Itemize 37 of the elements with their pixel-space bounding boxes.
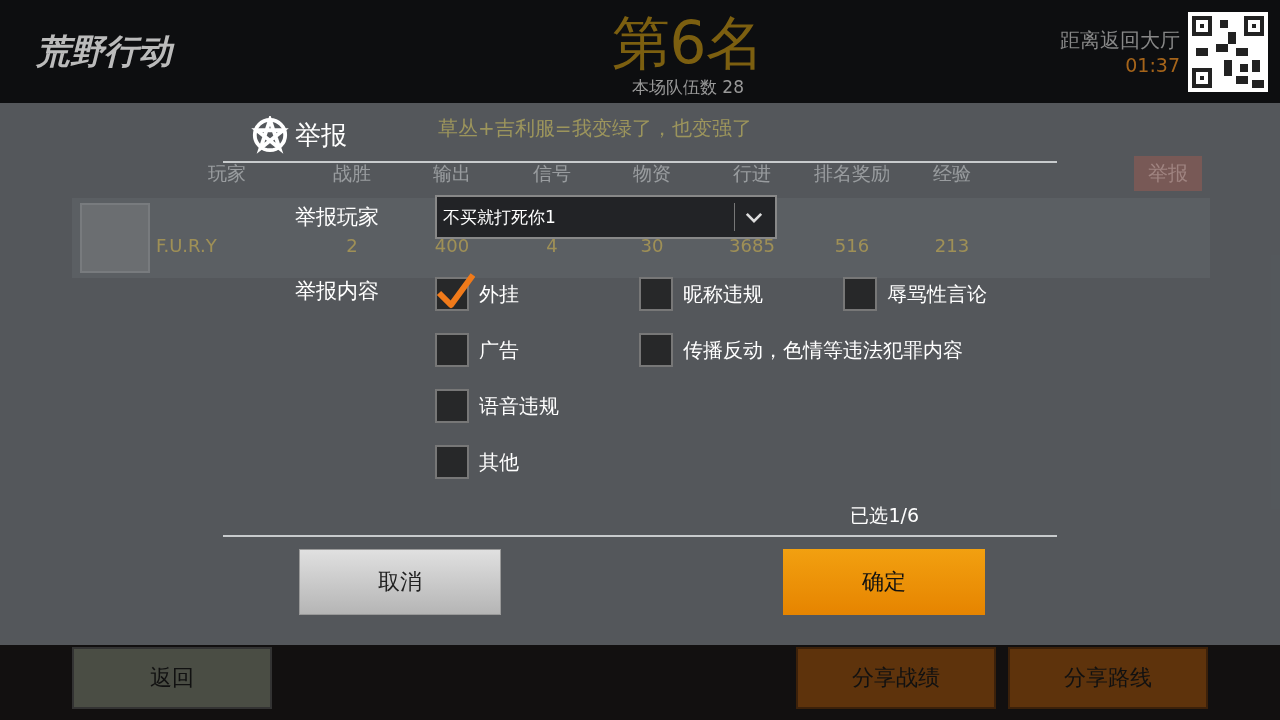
dialog-title: 举报 [295,118,347,152]
countdown-label: 距离返回大厅 [1060,27,1180,54]
selected-count: 已选1/6 [850,503,919,528]
field-label: 举报玩家 [295,204,380,231]
checkmark-icon [435,271,475,311]
cancel-button[interactable]: 取消 [299,549,501,615]
column-header: 玩家 [208,160,246,186]
qr-code-icon [1188,11,1268,92]
player-dropdown[interactable]: 不买就打死你1 [435,195,777,239]
player-name: F.U.R.Y [156,234,217,256]
report-reason-checkbox[interactable]: 其他 [435,445,519,479]
team-count: 本场队伍数 28 [631,75,744,99]
column-header: 物资 [633,160,671,186]
report-reason-checkbox[interactable]: 外挂 [435,277,519,311]
report-reason-checkbox[interactable]: 昵称违规 [639,277,763,311]
column-header: 输出 [433,160,471,186]
countdown-time: 01:37 [1125,54,1180,76]
chevron-down-icon [745,211,763,223]
column-header: 行进 [733,160,771,186]
report-reason-checkbox[interactable]: 语音违规 [435,389,559,423]
table-cell: 516 [834,234,870,256]
column-header: 排名奖励 [814,160,890,186]
column-header: 战胜 [333,160,371,186]
table-cell: 213 [934,234,970,256]
confirm-button[interactable]: 确定 [783,549,985,615]
slogan-text: 草丛+吉利服=我变绿了，也变强了 [438,115,753,142]
avatar-placeholder [80,203,150,273]
rank-title: 第6名 [611,12,765,76]
star-emblem-icon [251,116,289,154]
field-label: 举报内容 [295,278,380,305]
report-reason-checkbox[interactable]: 传播反动，色情等违法犯罪内容 [639,333,963,367]
column-header: 信号 [533,160,571,186]
game-logo: 荒野行动 [36,28,236,75]
column-header: 经验 [933,160,971,186]
table-cell: 2 [346,234,358,256]
report-reason-checkbox[interactable]: 广告 [435,333,519,367]
report-reason-checkbox[interactable]: 辱骂性言论 [843,277,987,311]
